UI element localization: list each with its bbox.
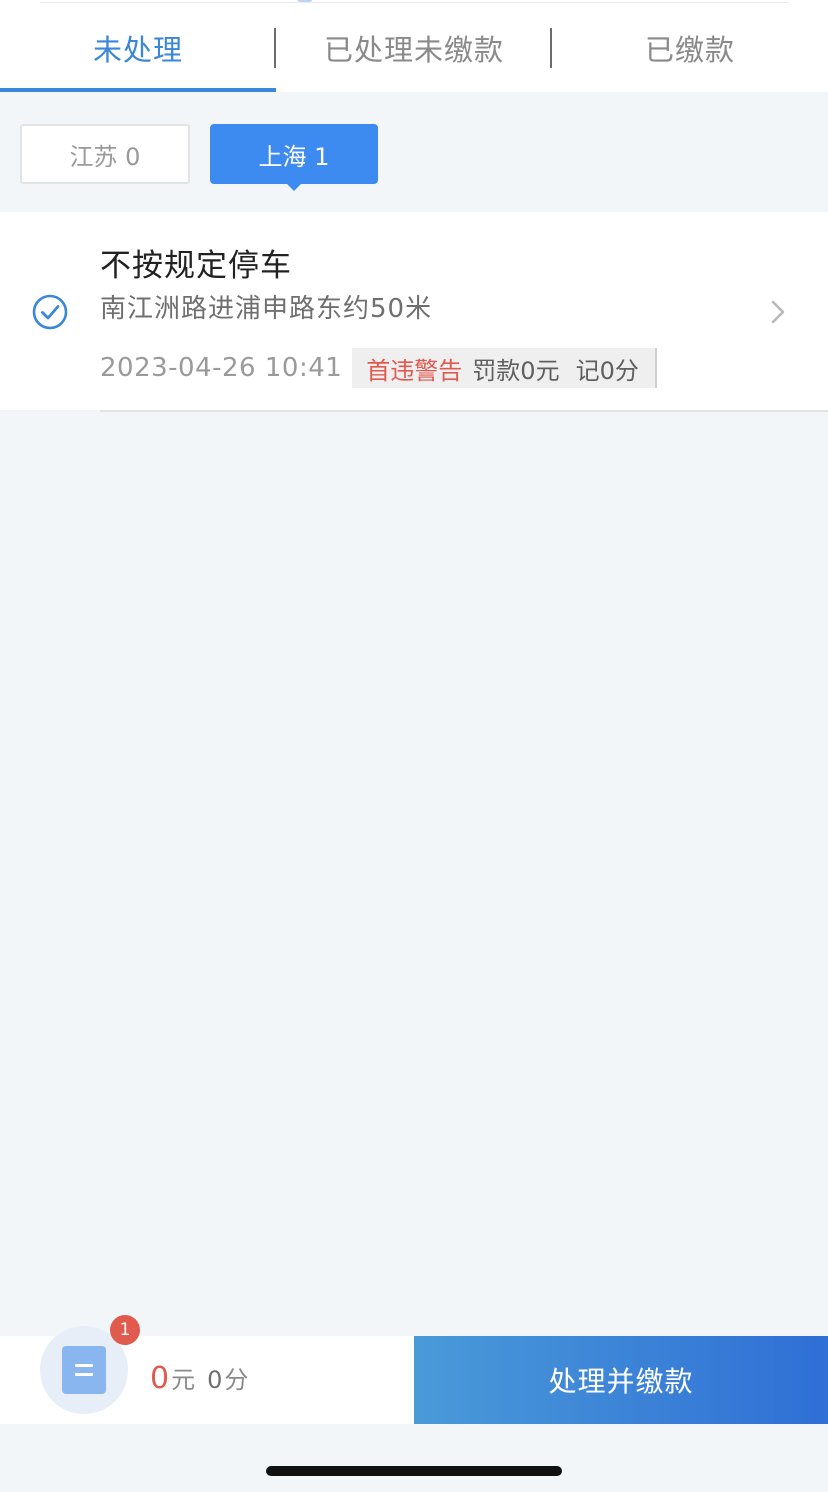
penalty-points: 记0分 [575,356,639,385]
region-filter: 江苏 0 上海 1 [20,124,398,191]
selected-count-badge: 1 [110,1315,140,1345]
process-and-pay-button[interactable]: 处理并缴款 [414,1336,828,1424]
violation-meta: 2023-04-26 10:41 首违警告 罚款0元 记0分 [100,348,657,388]
tab-processed-unpaid-label: 已处理未缴款 [323,33,504,67]
tab-unprocessed-label: 未处理 [92,33,183,67]
home-indicator[interactable] [266,1466,562,1476]
region-chip-jiangsu[interactable]: 江苏 0 [20,124,190,184]
check-circle-icon[interactable] [32,294,68,330]
region-chip-label: 上海 1 [258,142,330,171]
total-amount: 0 [150,1361,170,1396]
amount-unit: 元 [171,1366,196,1394]
total-points: 0 [207,1366,223,1394]
violation-datetime: 2023-04-26 10:41 [100,353,343,383]
active-chip-pointer [285,182,303,191]
fine-amount: 罚款0元 [472,356,560,385]
status-tabs: 未处理 已处理未缴款 已缴款 [0,4,828,92]
top-indicator [298,0,312,2]
top-divider [40,2,788,3]
penalty-tag: 首违警告 罚款0元 记0分 [352,348,657,388]
region-chip-shanghai[interactable]: 上海 1 [210,124,378,191]
tab-processed-unpaid[interactable]: 已处理未缴款 [276,4,552,92]
payment-summary: 1 0 元 0 分 [0,1315,414,1424]
violation-location: 南江洲路进浦申路东约50米 [100,294,433,324]
points-unit: 分 [224,1366,249,1394]
tab-paid-label: 已缴款 [644,33,735,67]
violation-card[interactable]: 不按规定停车 南江洲路进浦申路东约50米 2023-04-26 10:41 首违… [0,212,828,412]
tab-paid[interactable]: 已缴款 [552,4,828,92]
tab-unprocessed[interactable]: 未处理 [0,4,276,92]
bottom-action-bar: 1 0 元 0 分 处理并缴款 [0,1315,828,1424]
card-divider [100,410,828,412]
violation-title: 不按规定停车 [100,248,292,284]
document-icon [62,1346,106,1394]
chevron-right-icon [771,300,785,324]
summary-totals: 0 元 0 分 [150,1360,248,1396]
region-chip-label: 江苏 0 [69,142,141,171]
warning-tag: 首违警告 [366,356,463,385]
